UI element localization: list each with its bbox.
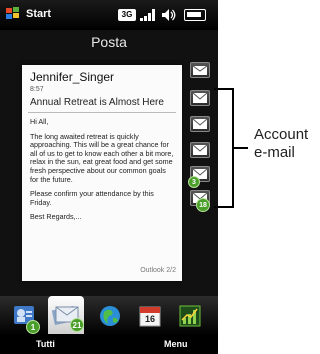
envelope-icon [193,119,207,129]
envelope-icon [193,145,207,155]
envelope-icon [193,93,207,103]
softkey-bar: Tutti Menu [0,336,218,354]
signal-strength-icon [140,9,155,21]
pencil-envelope-icon [193,65,207,75]
status-bar: Start 3G [0,0,218,30]
phone-screen: Start 3G Posta Jennifer_Singer 8:57 Annu… [0,0,218,354]
account-2-button[interactable] [190,116,210,132]
contacts-badge: 1 [26,320,40,334]
message-subject: Annual Retreat is Almost Here [30,97,164,108]
message-time: 8:57 [30,86,44,93]
annotation-line-2: e-mail [254,144,295,161]
softkey-menu[interactable]: Menu [164,339,188,349]
tab-calendar[interactable]: 16 [136,302,164,330]
tab-stocks[interactable] [176,302,204,330]
message-sender: Jennifer_Singer [30,70,115,84]
globe-icon [100,306,120,326]
message-closing: Best Regards,... [30,212,82,222]
message-footer: Outlook 2/2 [140,267,176,274]
message-paragraph: Please confirm your attendance by this F… [30,189,154,207]
tab-mail[interactable]: 21 [48,296,84,334]
unread-badge: 3 [188,176,200,188]
unread-badge: 18 [196,198,210,212]
windows-flag-icon[interactable] [6,7,20,21]
tab-people[interactable]: 1 [10,302,40,334]
bracket-pointer [232,147,248,149]
account-1-button[interactable] [190,90,210,106]
bracket-top [214,88,234,90]
message-paragraph: The long awaited retreat is quickly appr… [30,131,174,184]
compose-mail-button[interactable] [190,62,210,78]
tab-bar: 1 21 16 [0,296,218,336]
network-3g-icon: 3G [118,9,136,21]
mail-badge: 21 [70,318,84,332]
message-greeting: Hi All, [30,117,49,126]
stocks-chart-icon [179,305,201,327]
annotation-line-1: Account [254,126,309,143]
account-3-button[interactable] [190,142,210,158]
calendar-day: 16 [144,314,155,324]
account-5-button[interactable]: 18 [190,190,210,212]
tab-internet[interactable] [96,302,124,330]
account-email-annotation: Account e-mail [254,126,308,162]
start-button[interactable]: Start [26,8,51,20]
header-divider [28,112,176,113]
battery-icon [184,9,206,21]
bracket-bottom [214,206,234,208]
message-card[interactable]: Jennifer_Singer 8:57 Annual Retreat is A… [22,65,182,281]
app-title: Posta [91,34,127,50]
volume-icon[interactable] [162,9,176,21]
message-body: Hi All, The long awaited retreat is quic… [30,117,176,228]
account-4-button[interactable]: 3 [188,166,210,188]
softkey-all[interactable]: Tutti [36,339,55,349]
